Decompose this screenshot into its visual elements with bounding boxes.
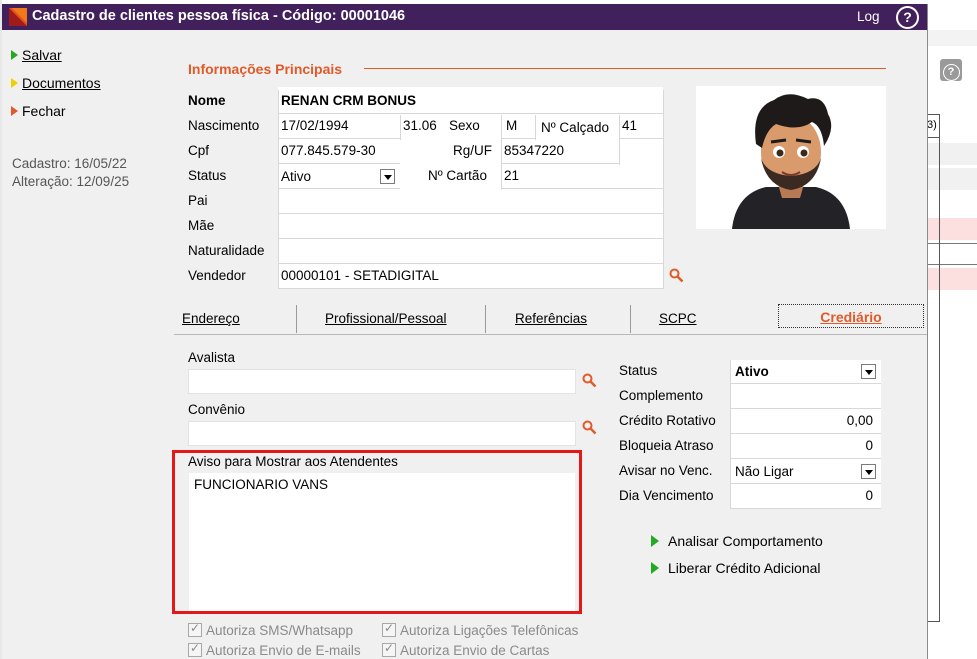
seller-field[interactable]: 00000101 - SETADIGITAL — [278, 265, 663, 289]
section-divider — [364, 68, 886, 69]
due-day-field[interactable]: 0 — [730, 485, 881, 509]
due-day-label: Dia Vencimento — [619, 488, 714, 503]
documents-button[interactable]: Documentos — [11, 75, 101, 91]
age-value: 31.06 — [403, 118, 437, 133]
background-help-button[interactable]: ? — [940, 59, 962, 81]
tab-endereco[interactable]: Endereço — [182, 311, 240, 326]
revolving-credit-label: Crédito Rotativo — [619, 413, 716, 428]
father-label: Pai — [188, 193, 208, 208]
sex-field[interactable]: M — [501, 115, 535, 139]
customer-registration-window: Cadastro de clientes pessoa física - Cód… — [2, 4, 928, 659]
attendant-notice-label: Aviso para Mostrar aos Atendentes — [188, 454, 398, 469]
release-credit-link[interactable]: Liberar Crédito Adicional — [651, 560, 821, 576]
play-arrow-icon — [11, 78, 18, 89]
search-icon[interactable] — [669, 268, 684, 283]
analyze-behavior-link[interactable]: Analisar Comportamento — [651, 533, 823, 549]
birthplace-label: Naturalidade — [188, 243, 265, 258]
guarantor-field[interactable] — [188, 369, 576, 394]
chevron-down-icon[interactable] — [380, 169, 395, 184]
avatar — [696, 86, 886, 229]
birthplace-field[interactable] — [278, 240, 663, 264]
checkbox-icon — [188, 621, 202, 638]
play-arrow-icon — [651, 535, 659, 548]
checkbox-icon — [188, 641, 202, 658]
tab-scpc[interactable]: SCPC — [659, 311, 697, 326]
due-notice-label: Avisar no Venc. — [619, 463, 713, 478]
play-arrow-icon — [11, 106, 18, 117]
help-icon[interactable]: ? — [896, 6, 919, 29]
delay-block-label: Bloqueia Atraso — [619, 438, 714, 453]
status-label: Status — [188, 168, 227, 183]
search-icon[interactable] — [582, 373, 597, 388]
card-number-label: Nº Cartão — [428, 168, 487, 183]
modified-date: Alteração: 12/09/25 — [12, 174, 130, 189]
tab-crediario[interactable]: Crediário — [778, 304, 924, 328]
card-number-field[interactable]: 21 — [501, 165, 663, 189]
tab-referencias[interactable]: Referências — [515, 311, 587, 326]
play-arrow-icon — [11, 50, 18, 61]
play-arrow-icon — [651, 562, 659, 575]
rg-label: Rg/UF — [453, 143, 493, 158]
credit-status-label: Status — [619, 363, 658, 378]
save-button[interactable]: Salvar — [11, 47, 62, 63]
checkbox-icon — [382, 621, 396, 638]
agreement-field[interactable] — [188, 421, 576, 446]
close-button[interactable]: Fechar — [11, 103, 66, 119]
cpf-label: Cpf — [188, 143, 210, 158]
delay-block-field[interactable]: 0 — [730, 435, 881, 459]
attendant-notice-textarea[interactable]: FUNCIONARIO VANS — [189, 473, 575, 611]
mother-label: Mãe — [188, 218, 215, 233]
due-notice-select[interactable]: Não Ligar — [730, 460, 881, 484]
mother-field[interactable] — [278, 215, 663, 239]
credit-status-select[interactable]: Ativo — [730, 360, 881, 384]
created-date: Cadastro: 16/05/22 — [12, 156, 127, 171]
guarantor-label: Avalista — [188, 350, 236, 365]
name-label: Nome — [188, 93, 226, 108]
shoe-size-label: Nº Calçado — [541, 120, 609, 135]
father-field[interactable] — [278, 190, 663, 214]
background-app-area: ? 3) — [927, 28, 977, 659]
chevron-down-icon[interactable] — [861, 364, 876, 379]
help-icon: ? — [942, 64, 960, 81]
log-link[interactable]: Log — [857, 9, 880, 24]
birth-date-field[interactable]: 17/02/1994 — [278, 115, 400, 139]
birth-label: Nascimento — [188, 118, 260, 133]
agreement-label: Convênio — [188, 402, 246, 417]
rg-field[interactable]: 85347220 — [501, 140, 619, 164]
emails-checkbox[interactable]: Autoriza Envio de E-mails — [188, 641, 361, 658]
complement-label: Complemento — [619, 388, 704, 403]
checkbox-icon — [382, 641, 396, 658]
tab-profissional[interactable]: Profissional/Pessoal — [325, 311, 447, 326]
letters-checkbox[interactable]: Autoriza Envio de Cartas — [382, 641, 549, 658]
sms-whatsapp-checkbox[interactable]: Autoriza SMS/Whatsapp — [188, 621, 353, 638]
window-title: Cadastro de clientes pessoa física - Cód… — [32, 8, 406, 24]
revolving-credit-field[interactable]: 0,00 — [730, 410, 881, 434]
title-bar: Cadastro de clientes pessoa física - Cód… — [2, 4, 927, 30]
cpf-field[interactable]: 077.845.579-30 — [278, 140, 400, 164]
name-field[interactable]: RENAN CRM BONUS — [278, 90, 663, 114]
shoe-size-field[interactable]: 41 — [619, 115, 663, 139]
search-icon[interactable] — [582, 420, 597, 435]
complement-field[interactable] — [730, 385, 881, 409]
seller-label: Vendedor — [188, 268, 246, 283]
app-logo-icon — [9, 8, 27, 26]
chevron-down-icon[interactable] — [861, 464, 876, 479]
section-title: Informações Principais — [188, 61, 343, 77]
sex-label: Sexo — [449, 118, 480, 133]
phone-calls-checkbox[interactable]: Autoriza Ligações Telefônicas — [382, 621, 578, 638]
